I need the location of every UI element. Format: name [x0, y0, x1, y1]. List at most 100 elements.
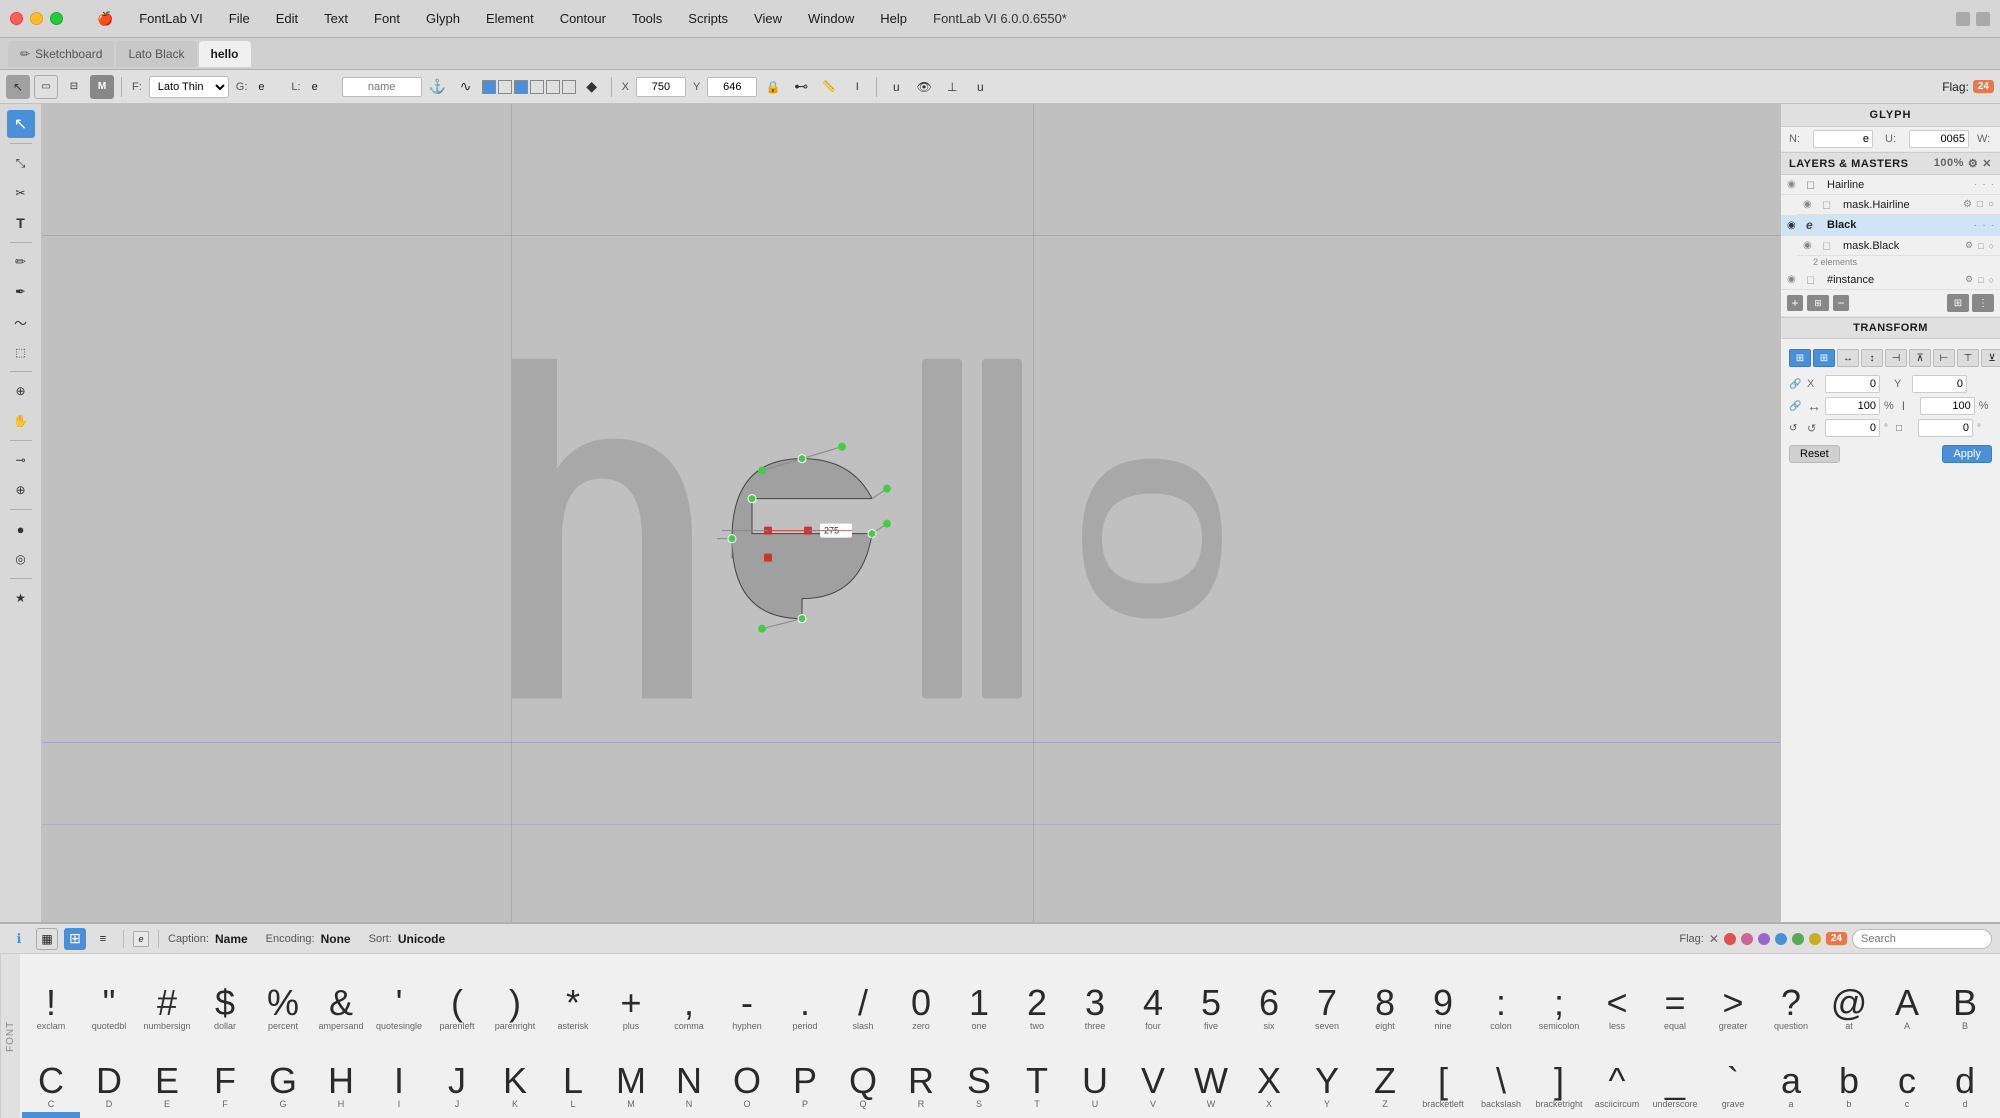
glyph-cell-q[interactable]: qq: [718, 1112, 776, 1118]
frame-view-button[interactable]: ▭: [34, 75, 58, 99]
glyph-cell-five[interactable]: 5five: [1182, 956, 1240, 1034]
zoom-button[interactable]: ⊕: [7, 377, 35, 405]
glyph-cell-d[interactable]: dd: [1936, 1034, 1994, 1112]
grid-small-button[interactable]: ▦: [36, 928, 58, 950]
glyph-cell-F[interactable]: FF: [196, 1034, 254, 1112]
cursor-button[interactable]: ⊥: [940, 75, 964, 99]
glyph-cell-m[interactable]: mm: [486, 1112, 544, 1118]
glyph-cell-greater[interactable]: >greater: [1704, 956, 1762, 1034]
glyph-cell-quotedbl[interactable]: "quotedbl: [80, 956, 138, 1034]
align-button[interactable]: ⊷: [789, 75, 813, 99]
glyph-cell-K[interactable]: KK: [486, 1034, 544, 1112]
glyph-cell-x[interactable]: xx: [1124, 1112, 1182, 1118]
glyph-cell-J[interactable]: JJ: [428, 1034, 486, 1112]
glyph-e-indicator[interactable]: e: [133, 931, 149, 947]
n-input[interactable]: [1813, 130, 1873, 148]
hairline-dot2[interactable]: ·: [1982, 179, 1985, 190]
glyph-cell-one[interactable]: 1one: [950, 956, 1008, 1034]
glyph-cell-hyphen[interactable]: -hyphen: [718, 956, 776, 1034]
glyph-cell-I[interactable]: II: [370, 1034, 428, 1112]
layers-settings-button[interactable]: ⚙: [1968, 157, 1978, 170]
caption-value[interactable]: Name: [215, 932, 248, 946]
glyph-cell-t[interactable]: tt: [892, 1112, 950, 1118]
glyph-info-button[interactable]: u: [968, 75, 992, 99]
menu-tools[interactable]: Tools: [628, 9, 666, 29]
glyph-cell-nine[interactable]: 9nine: [1414, 956, 1472, 1034]
tf-skew-input[interactable]: [1918, 419, 1973, 437]
apple-menu[interactable]: 🍎: [93, 9, 117, 29]
remove-layer-button[interactable]: −: [1833, 295, 1849, 311]
x-input[interactable]: [636, 77, 686, 97]
glyph-cell-exclam[interactable]: !exclam: [22, 956, 80, 1034]
tf-btn-align-c[interactable]: ⊼: [1909, 349, 1931, 367]
layer-grid-button[interactable]: ⊞: [1807, 295, 1829, 311]
glyph-cell-k[interactable]: kk: [370, 1112, 428, 1118]
guide-button[interactable]: ⊕: [7, 476, 35, 504]
add-layer-button[interactable]: +: [1787, 295, 1803, 311]
corner-btn-2[interactable]: [498, 80, 512, 94]
layer-mask-black-row[interactable]: ◉ ◻ mask.Black ⚙ □ ○: [1797, 236, 2000, 256]
glyph-cell-U[interactable]: UU: [1066, 1034, 1124, 1112]
menu-fontlab[interactable]: FontLab VI: [135, 9, 207, 29]
glyph-cell-equal[interactable]: =equal: [1646, 956, 1704, 1034]
mask-black-settings[interactable]: ⚙: [1965, 240, 1973, 251]
glyph-cell-two[interactable]: 2two: [1008, 956, 1066, 1034]
minimize-button[interactable]: [30, 12, 43, 25]
flag-green-dot[interactable]: [1792, 933, 1804, 945]
glyph-cell-B[interactable]: BB: [1936, 956, 1994, 1034]
ruler-button[interactable]: 📏: [817, 75, 841, 99]
glyph-cell-parenright[interactable]: )parenright: [486, 956, 544, 1034]
glyph-cell-s[interactable]: ss: [834, 1112, 892, 1118]
glyph-cell-v[interactable]: vv: [1008, 1112, 1066, 1118]
corner-btn-1[interactable]: [482, 80, 496, 94]
glyph-cell-l[interactable]: ll: [428, 1112, 486, 1118]
canvas[interactable]: 275: [42, 104, 1780, 922]
glyph-cell-X[interactable]: XX: [1240, 1034, 1298, 1112]
corner-btn-6[interactable]: [562, 80, 576, 94]
glyph-cell-currency[interactable]: ¤currency: [1704, 1112, 1762, 1118]
glyph-cell-T[interactable]: TT: [1008, 1034, 1066, 1112]
text-insert-button[interactable]: T: [7, 209, 35, 237]
glyph-cell-grave[interactable]: `grave: [1704, 1034, 1762, 1112]
glyph-cell-asciitilde[interactable]: ~asciitilde: [1472, 1112, 1530, 1118]
eraser-button[interactable]: ⬚: [7, 338, 35, 366]
glyph-cell-w[interactable]: ww: [1066, 1112, 1124, 1118]
glyph-cell-three[interactable]: 3three: [1066, 956, 1124, 1034]
menu-contour[interactable]: Contour: [556, 9, 610, 29]
menu-scripts[interactable]: Scripts: [684, 9, 732, 29]
glyph-cell-bracketright[interactable]: ]bracketright: [1530, 1034, 1588, 1112]
u-button[interactable]: u: [884, 75, 908, 99]
glyph-cell-D[interactable]: DD: [80, 1034, 138, 1112]
layer-expand-button[interactable]: ⊞: [1947, 294, 1969, 312]
glyph-cell-G[interactable]: GG: [254, 1034, 312, 1112]
flag-number[interactable]: 24: [1826, 932, 1847, 945]
glyph-cell-colon[interactable]: :colon: [1472, 956, 1530, 1034]
pencil-button[interactable]: ✏: [7, 248, 35, 276]
mask-black-lock[interactable]: □: [1978, 241, 1983, 251]
apply-button[interactable]: Apply: [1942, 445, 1992, 463]
glyph-cell-M[interactable]: MM: [602, 1034, 660, 1112]
layers-close-button[interactable]: ✕: [1982, 157, 1992, 170]
menu-window[interactable]: Window: [804, 9, 858, 29]
glyph-cell-O[interactable]: OO: [718, 1034, 776, 1112]
anchor-button[interactable]: ⚓: [426, 75, 450, 99]
mask-black-eye[interactable]: ○: [1989, 241, 1994, 251]
glyph-cell-Z[interactable]: ZZ: [1356, 1034, 1414, 1112]
flag-blue-dot[interactable]: [1775, 933, 1787, 945]
win-btn-2[interactable]: [1976, 12, 1990, 26]
sidebars-button[interactable]: ⊟: [62, 75, 86, 99]
glyph-cell-slash[interactable]: /slash: [834, 956, 892, 1034]
corner-btn-4[interactable]: [530, 80, 544, 94]
tf-w-input[interactable]: [1825, 397, 1880, 415]
measure-button[interactable]: ⊸: [7, 446, 35, 474]
flag-red-dot[interactable]: [1724, 933, 1736, 945]
glyph-cell-ampersand[interactable]: &ampersand: [312, 956, 370, 1034]
glyph-cell-zero[interactable]: 0zero: [892, 956, 950, 1034]
glyph-cell-dollar[interactable]: $dollar: [196, 956, 254, 1034]
glyph-cell-cent[interactable]: ¢cent: [1588, 1112, 1646, 1118]
menu-view[interactable]: View: [750, 9, 786, 29]
glyph-cell-parenleft[interactable]: (parenleft: [428, 956, 486, 1034]
menu-text[interactable]: Text: [320, 9, 352, 29]
glyph-cell-u[interactable]: uu: [950, 1112, 1008, 1118]
glyph-cell-z[interactable]: zz: [1240, 1112, 1298, 1118]
